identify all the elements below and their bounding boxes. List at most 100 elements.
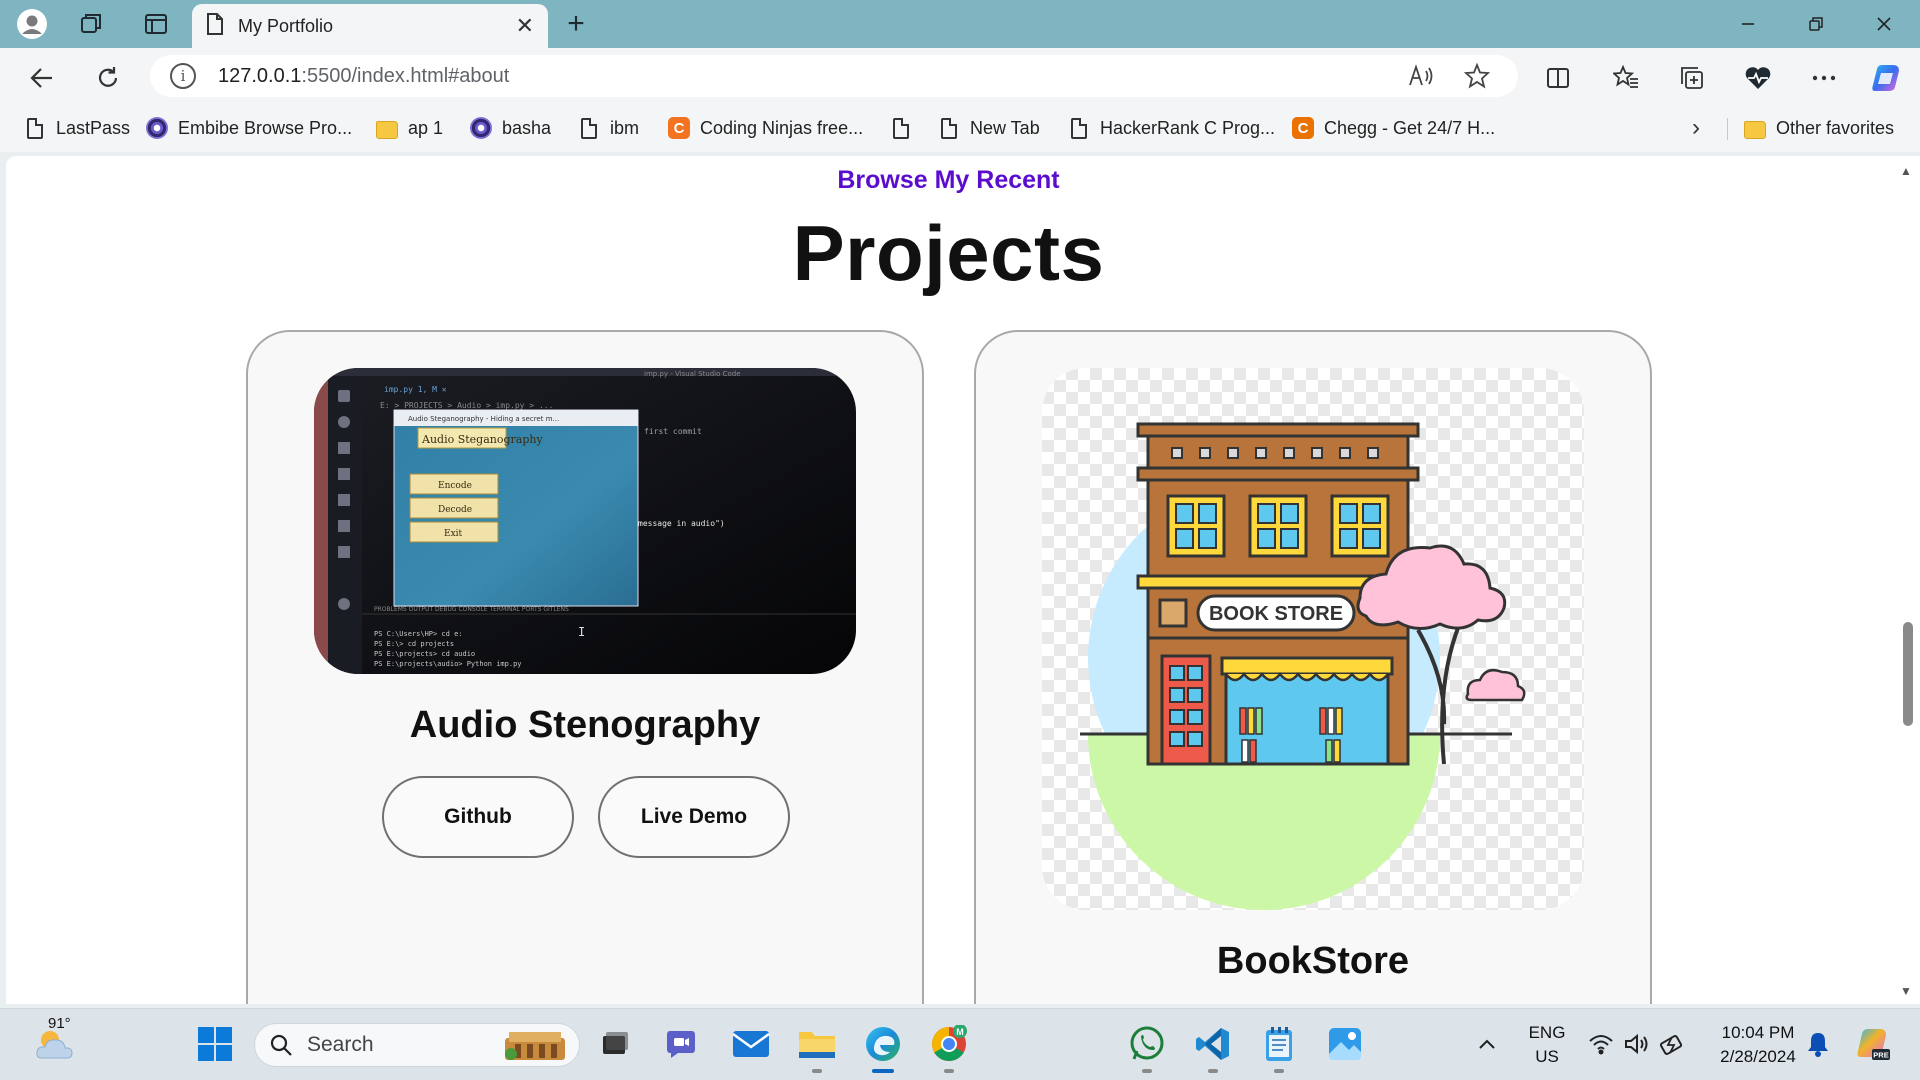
svg-text:PROBLEMS OUTPUT DEBUG CONS: PROBLEMS OUTPUT DEBUG CONSOLE TERMINAL P…: [374, 606, 569, 613]
chat-app-icon[interactable]: [660, 1023, 702, 1065]
favorite-label: New Tab: [970, 117, 1040, 138]
tab-title: My Portfolio: [238, 15, 334, 36]
file-explorer-icon[interactable]: [796, 1023, 838, 1073]
page-icon: [893, 117, 909, 139]
favorite-label: Coding Ninjas free...: [700, 117, 864, 138]
task-view-icon[interactable]: [594, 1023, 636, 1065]
github-button[interactable]: Github: [382, 776, 574, 858]
favorite-item-ibm[interactable]: ibm: [578, 114, 639, 142]
svg-text:E: > PROJECTS > Audio > imp.py: E: > PROJECTS > Audio > imp.py > ...: [380, 401, 553, 410]
mail-icon[interactable]: [730, 1023, 772, 1065]
edge-browser-icon[interactable]: [862, 1023, 904, 1073]
wifi-icon[interactable]: [1584, 1023, 1618, 1065]
page-scrollbar[interactable]: ▲ ▼: [1896, 156, 1920, 1004]
show-hidden-icons-chevron-icon[interactable]: [1470, 1023, 1504, 1065]
page-icon: [581, 117, 597, 139]
project-image-audio: imp.py 1, M ✕ imp.py - Visual Studio Cod…: [314, 368, 856, 674]
page-icon: [206, 12, 224, 40]
restore-button[interactable]: [1786, 6, 1846, 42]
bookstore-sign-text: BOOK STORE: [1209, 603, 1343, 625]
svg-text:M: M: [956, 1027, 964, 1037]
screenshot-exit: Exit: [444, 529, 463, 539]
section-subtitle: Browse My Recent: [837, 166, 1060, 194]
coding-ninjas-icon: [668, 117, 690, 139]
windows-taskbar: 91° Search M ENG US 10:04 PM 2/28/2024 P…: [0, 1008, 1920, 1080]
favorite-item-lastpass[interactable]: LastPass: [24, 114, 130, 142]
favorite-item-coding-ninjas[interactable]: Coding Ninjas free...: [668, 114, 863, 142]
volume-icon[interactable]: [1620, 1023, 1654, 1065]
favorite-item-chegg[interactable]: C Chegg - Get 24/7 H...: [1292, 114, 1495, 142]
read-aloud-icon[interactable]: [1406, 61, 1436, 91]
back-button[interactable]: [24, 60, 60, 96]
favorite-star-icon[interactable]: [1462, 61, 1492, 91]
favorite-label: ap 1: [408, 117, 444, 138]
favorite-item-untitled[interactable]: [890, 114, 922, 142]
url-host: 127.0.0.1: [218, 64, 302, 87]
copilot-icon[interactable]: [1868, 60, 1904, 96]
collections-icon[interactable]: [1674, 60, 1710, 96]
site-info-icon[interactable]: i: [170, 63, 196, 89]
keyboard-region: US: [1535, 1047, 1559, 1066]
browser-essentials-icon[interactable]: [1740, 60, 1776, 96]
scrollbar-thumb[interactable]: [1903, 622, 1913, 726]
other-favorites[interactable]: Other favorites: [1744, 114, 1894, 142]
language-code: ENG: [1528, 1023, 1566, 1042]
photos-icon[interactable]: [1324, 1023, 1366, 1065]
favorite-item-embibe[interactable]: Embibe Browse Pro...: [146, 114, 352, 142]
vscode-icon[interactable]: [1192, 1023, 1234, 1073]
scroll-up-arrow-icon[interactable]: ▲: [1900, 164, 1912, 178]
folder-icon: [1744, 120, 1766, 139]
screenshot-commit-text: first commit: [644, 427, 702, 436]
taskbar-search[interactable]: Search: [254, 1023, 580, 1067]
embibe-icon: [146, 117, 168, 139]
navigation-bar: i 127.0.0.1:5500/index.html#about: [0, 48, 1920, 104]
active-indicator: [872, 1069, 894, 1073]
new-tab-button[interactable]: +: [560, 7, 592, 40]
weather-temperature: 91°: [48, 1015, 71, 1032]
favorite-item-hackerrank[interactable]: HackerRank C Prog...: [1068, 114, 1275, 142]
refresh-button[interactable]: [90, 60, 126, 96]
chevron-right-icon[interactable]: ›: [1692, 114, 1700, 142]
screenshot-heading: Audio Steganography: [421, 433, 543, 446]
notification-bell-icon[interactable]: [1798, 1023, 1838, 1065]
weather-widget[interactable]: 91°: [26, 1015, 86, 1065]
battery-charging-icon[interactable]: [1656, 1023, 1690, 1065]
running-indicator: [944, 1069, 954, 1073]
running-indicator: [1208, 1069, 1218, 1073]
running-indicator: [1274, 1069, 1284, 1073]
notepad-icon[interactable]: [1258, 1023, 1300, 1073]
split-screen-icon[interactable]: [1540, 60, 1576, 96]
terminal-line: PS E:\projects> cd audio: [374, 650, 475, 658]
start-button[interactable]: [194, 1023, 236, 1065]
favorite-item-new-tab[interactable]: New Tab: [938, 114, 1040, 142]
vertical-tabs-icon[interactable]: [140, 8, 172, 40]
favorite-label: ibm: [610, 117, 640, 138]
page-icon: [941, 117, 957, 139]
page-icon: [27, 117, 43, 139]
section-title: Projects: [792, 209, 1105, 297]
favorite-item-ap1[interactable]: ap 1: [376, 114, 443, 142]
live-demo-button[interactable]: Live Demo: [598, 776, 790, 858]
favorite-item-basha[interactable]: basha: [470, 114, 551, 142]
more-options-icon[interactable]: [1806, 60, 1842, 96]
screenshot-encode: Encode: [438, 481, 472, 491]
tab-my-portfolio[interactable]: My Portfolio ✕: [192, 4, 548, 48]
close-window-button[interactable]: [1854, 6, 1914, 42]
project-title: Audio Stenography: [409, 704, 761, 746]
copilot-taskbar-icon[interactable]: PRE: [1850, 1023, 1896, 1065]
close-tab-icon[interactable]: ✕: [516, 13, 534, 39]
language-indicator[interactable]: ENG US: [1520, 1021, 1574, 1069]
address-bar[interactable]: i 127.0.0.1:5500/index.html#about: [150, 55, 1518, 97]
svg-text:I: I: [578, 625, 585, 639]
chegg-icon: C: [1292, 117, 1314, 139]
chrome-icon[interactable]: M: [928, 1023, 970, 1073]
whatsapp-icon[interactable]: [1126, 1023, 1168, 1073]
minimize-button[interactable]: [1718, 6, 1778, 42]
search-icon: [270, 1034, 292, 1056]
workspaces-icon[interactable]: [76, 8, 108, 40]
project-card-bookstore: BOOK STORE BookStore: [974, 330, 1652, 1004]
terminal-line: PS E:\> cd projects: [374, 640, 454, 648]
scroll-down-arrow-icon[interactable]: ▼: [1900, 984, 1912, 998]
favorites-icon[interactable]: [1608, 60, 1644, 96]
profile-avatar-icon[interactable]: [16, 8, 48, 40]
